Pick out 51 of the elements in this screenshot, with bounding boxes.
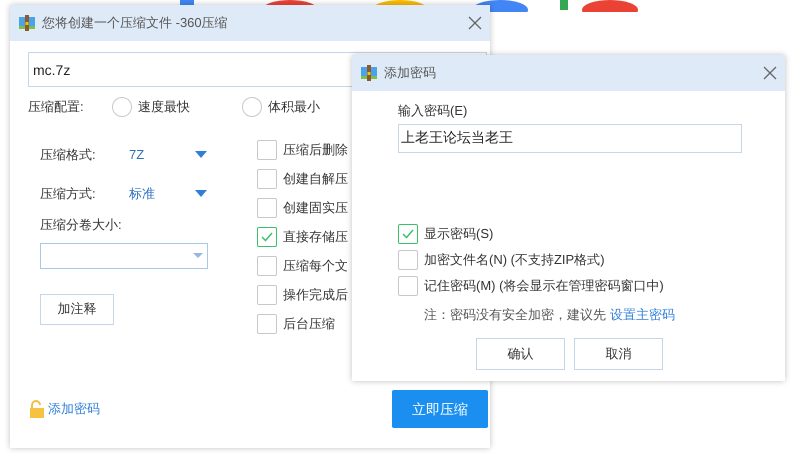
note-text: 注：密码没有安全加密，建议先 xyxy=(424,306,606,324)
checkbox[interactable] xyxy=(257,198,277,218)
master-password-link[interactable]: 设置主密码 xyxy=(610,304,675,324)
dropdown[interactable]: 7Z xyxy=(129,144,207,164)
option-label: 创建自解压 xyxy=(283,170,348,188)
option-label: 加密文件名(N) (不支持ZIP格式) xyxy=(424,250,605,269)
padlock-icon xyxy=(30,400,44,418)
field-label: 压缩分卷大小: xyxy=(40,216,123,234)
option-label: 直接存储压 xyxy=(283,228,348,246)
dialog-button[interactable]: 确认 xyxy=(476,338,565,370)
option-label: 创建固实压 xyxy=(283,198,348,217)
caret-icon xyxy=(195,190,207,197)
dialog-title: 添加密码 xyxy=(384,64,437,82)
radio-button[interactable] xyxy=(242,97,262,117)
checkbox[interactable] xyxy=(398,224,418,244)
check-icon xyxy=(260,230,274,244)
option-label: 压缩每个文 xyxy=(283,256,348,275)
checkbox[interactable] xyxy=(257,226,277,246)
checkbox[interactable] xyxy=(257,256,277,276)
checkbox[interactable] xyxy=(257,284,277,304)
option-label: 操作完成后 xyxy=(283,286,348,304)
field-label: 压缩方式: xyxy=(40,184,97,203)
archive-icon xyxy=(18,14,36,32)
password-label: 输入密码(E) xyxy=(398,102,468,120)
add-password-link[interactable]: 添加密码 xyxy=(30,399,100,419)
radio-button[interactable] xyxy=(112,97,132,117)
split-size-dropdown[interactable] xyxy=(40,242,208,268)
checkbox[interactable] xyxy=(257,314,277,334)
radio-label: 速度最快 xyxy=(138,98,190,116)
password-field[interactable]: 上老王论坛当老王 xyxy=(398,124,742,152)
caret-icon xyxy=(193,253,203,258)
field-label: 压缩格式: xyxy=(40,146,97,164)
checkbox[interactable] xyxy=(398,276,418,296)
window-title: 您将创建一个压缩文件 -360压缩 xyxy=(42,14,229,32)
dropdown[interactable]: 标准 xyxy=(129,184,207,204)
close-icon[interactable] xyxy=(763,66,777,80)
checkbox[interactable] xyxy=(257,168,277,188)
checkbox[interactable] xyxy=(398,250,418,270)
checkbox[interactable] xyxy=(257,140,277,160)
check-icon xyxy=(401,226,415,240)
caret-icon xyxy=(195,151,207,158)
dialog-button[interactable]: 取消 xyxy=(574,338,663,370)
option-label: 记住密码(M) (将会显示在管理密码窗口中) xyxy=(424,276,664,295)
option-label: 压缩后删除 xyxy=(283,140,348,159)
close-icon[interactable] xyxy=(468,16,482,30)
comment-button[interactable]: 加注释 xyxy=(40,294,114,324)
config-label: 压缩配置: xyxy=(28,98,85,116)
option-label: 后台压缩 xyxy=(283,314,335,333)
option-label: 显示密码(S) xyxy=(424,224,494,243)
archive-icon xyxy=(360,64,378,82)
radio-label: 体积最小 xyxy=(268,98,320,116)
